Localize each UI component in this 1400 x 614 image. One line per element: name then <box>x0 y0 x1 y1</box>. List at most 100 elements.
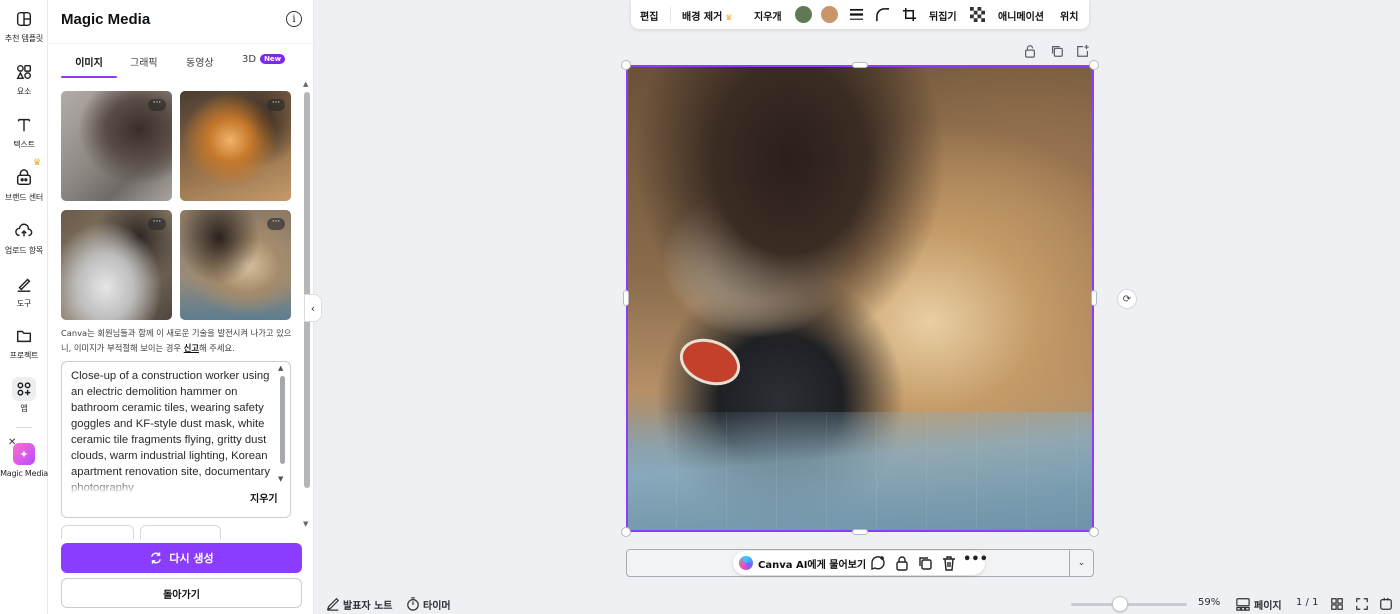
bg-remove-button[interactable]: 배경 제거 ♛ <box>682 8 732 23</box>
info-icon[interactable]: i <box>286 11 302 27</box>
zoom-level[interactable]: 59% <box>1198 597 1220 608</box>
rail-item-projects[interactable]: 프로젝트 <box>0 327 48 361</box>
generated-image-thumb[interactable]: ··· <box>61 91 172 201</box>
more-options-icon[interactable]: ··· <box>148 99 166 111</box>
more-options-icon[interactable]: ··· <box>267 99 285 111</box>
generated-image-thumb[interactable]: ··· <box>61 210 172 320</box>
grid-view-icon[interactable] <box>1330 597 1344 611</box>
chevron-left-icon: ‹ <box>310 301 316 315</box>
color-swatch-green[interactable] <box>795 6 812 23</box>
border-style-icon[interactable] <box>849 7 864 22</box>
rail-item-templates[interactable]: 추천 템플릿 <box>0 10 48 44</box>
lock-icon[interactable] <box>894 555 910 571</box>
rail-label: 도구 <box>16 299 32 308</box>
resize-handle[interactable] <box>1089 527 1099 537</box>
text-icon <box>17 118 31 132</box>
zoom-slider[interactable] <box>1071 603 1187 606</box>
rail-label: 요소 <box>16 87 32 96</box>
scroll-up-icon[interactable]: ▲ <box>303 80 308 88</box>
upload-icon <box>15 223 33 237</box>
help-icon[interactable] <box>1379 597 1393 611</box>
regenerate-button[interactable]: 다시 생성 <box>61 543 302 573</box>
rail-item-uploads[interactable]: 업로드 항목 <box>0 222 48 256</box>
media-tabs: 이미지 그래픽 동영상 3D New <box>61 54 301 80</box>
duplicate-icon[interactable] <box>917 555 933 571</box>
rail-label: Magic Media <box>0 469 48 478</box>
page-count: 1 / 1 <box>1296 597 1319 608</box>
panel-title: Magic Media <box>61 11 151 28</box>
more-options-icon[interactable]: ··· <box>267 218 285 230</box>
toolbar-divider <box>670 7 671 23</box>
tab-image[interactable]: 이미지 <box>61 54 117 78</box>
more-options-icon[interactable]: ··· <box>148 218 166 230</box>
fullscreen-icon[interactable] <box>1355 597 1369 611</box>
scroll-down-icon[interactable]: ▼ <box>303 520 308 528</box>
tab-3d[interactable]: 3D New <box>242 54 286 78</box>
rail-label: 업로드 항목 <box>4 246 44 255</box>
rail-item-elements[interactable]: 요소 <box>0 63 48 97</box>
style-chip[interactable] <box>61 525 134 539</box>
flip-button[interactable]: 뒤집기 <box>929 8 957 23</box>
resize-handle[interactable] <box>852 62 868 68</box>
rail-item-apps[interactable]: 앱 <box>0 377 48 414</box>
lock-icon[interactable] <box>1023 44 1037 58</box>
tab-graphic[interactable]: 그래픽 <box>130 54 158 78</box>
report-link[interactable]: 신고 <box>184 343 199 353</box>
prompt-scrollbar[interactable] <box>280 376 285 464</box>
animate-button[interactable]: 애니메이션 <box>998 8 1044 23</box>
rail-item-brand[interactable]: 브랜드 센터 <box>0 169 48 203</box>
zoom-slider-knob[interactable] <box>1111 596 1128 612</box>
corner-rounding-icon[interactable] <box>875 7 890 22</box>
resize-handle[interactable] <box>623 290 629 306</box>
left-rail: 추천 템플릿 요소 텍스트 ♛ 브랜드 센터 업로드 항목 도구 프로젝트 앱 … <box>0 0 48 614</box>
folder-icon <box>16 330 32 343</box>
chevron-down-icon[interactable]: ⌄ <box>1069 550 1093 576</box>
scroll-up-icon[interactable]: ▲ <box>278 364 283 372</box>
rail-label: 브랜드 센터 <box>4 193 44 202</box>
more-icon[interactable]: ••• <box>963 552 988 568</box>
refresh-icon <box>151 552 162 564</box>
rail-item-tools[interactable]: 도구 <box>0 275 48 309</box>
prompt-textarea[interactable]: Close-up of a construction worker using … <box>61 361 291 518</box>
eraser-button[interactable]: 지우개 <box>754 8 782 23</box>
trash-icon[interactable] <box>941 555 957 571</box>
rail-item-text[interactable]: 텍스트 <box>0 116 48 150</box>
selection-frame <box>626 65 1094 532</box>
clear-button[interactable]: 지우기 <box>246 490 282 505</box>
transparency-icon[interactable] <box>970 7 985 22</box>
regenerate-label: 다시 생성 <box>169 552 214 565</box>
resize-handle[interactable] <box>621 60 631 70</box>
generated-image-thumb[interactable]: ··· <box>180 91 291 201</box>
resize-handle[interactable] <box>621 527 631 537</box>
edit-button[interactable]: 편집 <box>640 8 658 23</box>
resize-handle[interactable] <box>1089 60 1099 70</box>
resize-handle[interactable] <box>852 529 868 535</box>
comment-add-icon[interactable] <box>870 555 886 571</box>
collapse-panel-button[interactable]: ‹ <box>304 294 322 322</box>
speaker-notes-button[interactable]: 발표자 노트 <box>343 597 392 612</box>
crop-icon[interactable] <box>902 7 917 22</box>
rotate-icon[interactable]: ⟳ <box>1117 289 1137 309</box>
rail-label: 추천 템플릿 <box>4 34 44 43</box>
pages-button[interactable]: 페이지 <box>1254 597 1282 612</box>
add-page-icon[interactable] <box>1076 44 1090 58</box>
crown-icon: ♛ <box>725 13 733 22</box>
brand-icon <box>16 169 32 186</box>
back-button[interactable]: 돌아가기 <box>61 578 302 608</box>
timer-button[interactable]: 타이머 <box>423 597 451 612</box>
duplicate-icon[interactable] <box>1050 44 1064 58</box>
panel-scrollbar[interactable] <box>304 92 310 488</box>
position-button[interactable]: 위치 <box>1060 8 1078 23</box>
new-badge: New <box>260 54 286 64</box>
generated-image-thumb[interactable]: ··· <box>180 210 291 320</box>
crown-icon: ♛ <box>33 158 42 168</box>
template-icon <box>16 11 32 27</box>
ask-canva-ai-button[interactable]: Canva AI에게 물어보기 <box>758 556 866 571</box>
rail-item-magic-media[interactable]: ✦ Magic Media <box>0 443 48 478</box>
style-chip[interactable] <box>140 525 221 539</box>
ai-notice: Canva는 회원님들과 함께 이 새로운 기술을 발전시켜 나가고 있으니, … <box>61 328 292 353</box>
color-swatch-tan[interactable] <box>821 6 838 23</box>
tab-video[interactable]: 동영상 <box>186 54 214 78</box>
resize-handle[interactable] <box>1091 290 1097 306</box>
scroll-down-icon[interactable]: ▼ <box>278 475 283 483</box>
